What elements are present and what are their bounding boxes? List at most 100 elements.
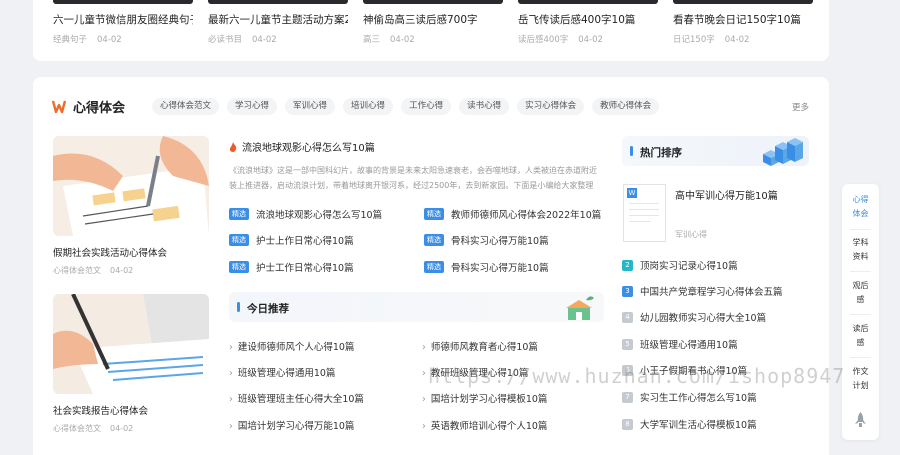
ranking-item[interactable]: 3 中国共产党章程学习心得体会五篇: [622, 284, 783, 298]
picture-article-card[interactable]: 假期社会实践活动心得体会 心得体会范文 04-02: [53, 136, 209, 276]
today-item-title[interactable]: 班级管理心得通用10篇: [238, 368, 336, 379]
article-card[interactable]: 神偷岛高三读后感700字 高三 04-02: [363, 0, 503, 45]
today-item-title[interactable]: 建设师德师风个人心得10篇: [238, 342, 355, 353]
list-item-title[interactable]: 教师师德师风心得体会2022年10篇: [451, 207, 601, 221]
ranking-item-title[interactable]: 顶岗实习记录心得10篇: [640, 258, 738, 272]
section-title: 心得体会: [73, 101, 126, 116]
today-item[interactable]: › 国培计划学习心得万能10篇: [229, 418, 354, 432]
ranking-item-title[interactable]: 实习生工作心得怎么写10篇: [640, 390, 757, 404]
article-thumbnail[interactable]: [518, 0, 658, 4]
article-title[interactable]: 六一儿童节微信朋友圈经典句子: [53, 12, 193, 27]
side-nav-item-book-reviews[interactable]: 读后 感: [842, 322, 879, 350]
list-item[interactable]: 精选 骨科实习心得万能10篇: [424, 260, 549, 274]
article-date: 04-02: [110, 424, 134, 433]
divider: [850, 314, 871, 315]
tag-chip[interactable]: 教师心得体会: [592, 98, 660, 115]
tag-chip[interactable]: 军训心得: [285, 98, 336, 115]
list-item[interactable]: 精选 护士工作日常心得10篇: [229, 260, 354, 274]
tag-chip[interactable]: 工作心得: [401, 98, 452, 115]
rank-number: 3: [622, 285, 633, 297]
section-header: 心得体会: [52, 97, 125, 116]
ranking-item[interactable]: 5 班级管理心得通用10篇: [622, 337, 738, 351]
arrow-right-icon: ›: [422, 394, 426, 405]
article-category: 必读书目: [208, 35, 243, 45]
tag-chip[interactable]: 学习心得: [227, 98, 278, 115]
side-nav-item-movie-reviews[interactable]: 观后 感: [842, 279, 879, 307]
hot-ranking-header: 热门排序: [622, 136, 809, 166]
article-title[interactable]: 岳飞传读后感400字10篇: [518, 12, 658, 27]
article-card[interactable]: 岳飞传读后感400字10篇 读后感400字 04-02: [518, 0, 658, 45]
list-item-title[interactable]: 骨科实习心得万能10篇: [451, 260, 549, 274]
divider: [850, 229, 871, 230]
article-card[interactable]: 看春节晚会日记150字10篇 日记150字 04-02: [673, 0, 813, 45]
article-card[interactable]: 最新六一儿童节主题活动方案2... 必读书目 04-02: [208, 0, 348, 45]
today-item-title[interactable]: 师德师风教育者心得10篇: [431, 342, 538, 353]
today-item[interactable]: › 班级管理班主任心得大全10篇: [229, 391, 364, 405]
list-item[interactable]: 精选 护士上作日常心得10篇: [229, 233, 354, 247]
today-item[interactable]: › 国培计划学习心得模板10篇: [422, 391, 547, 405]
article-title[interactable]: 神偷岛高三读后感700字: [363, 12, 503, 27]
tag-chip[interactable]: 心得体会范文: [152, 98, 220, 115]
article-illustration[interactable]: [53, 294, 209, 394]
ranking-item-title[interactable]: 幼儿园教师实习心得大全10篇: [640, 310, 766, 324]
featured-title-row[interactable]: 流浪地球观影心得怎么写10篇: [229, 139, 604, 154]
featured-badge: 精选: [424, 261, 444, 273]
more-link[interactable]: 更多: [792, 101, 809, 113]
today-item-title[interactable]: 英语教师培训心得个人10篇: [431, 421, 548, 432]
accent-bar: [630, 146, 633, 156]
article-thumbnail[interactable]: [363, 0, 503, 4]
hot-top-title[interactable]: 高中军训心得万能10篇: [675, 187, 778, 202]
today-item[interactable]: › 英语教师培训心得个人10篇: [422, 418, 547, 432]
list-item-title[interactable]: 护士上作日常心得10篇: [256, 233, 354, 247]
today-item[interactable]: › 师德师风教育者心得10篇: [422, 339, 538, 353]
today-item[interactable]: › 建设师德师风个人心得10篇: [229, 339, 354, 353]
ranking-item-title[interactable]: 大学军训生活心得模板10篇: [640, 417, 757, 431]
hot-top-article[interactable]: W 高中军训心得万能10篇 军训心得: [622, 184, 812, 244]
back-to-top-rocket-icon[interactable]: [855, 412, 866, 427]
article-thumbnail[interactable]: [673, 0, 813, 4]
list-item[interactable]: 精选 骨科实习心得万能10篇: [424, 233, 549, 247]
article-thumbnail[interactable]: [53, 0, 193, 4]
today-item-title[interactable]: 班级管理班主任心得大全10篇: [238, 394, 364, 405]
list-item-title[interactable]: 流浪地球观影心得怎么写10篇: [256, 207, 382, 221]
list-item-title[interactable]: 骨科实习心得万能10篇: [451, 233, 549, 247]
divider: [850, 357, 871, 358]
list-item[interactable]: 精选 教师师德师风心得体会2022年10篇: [424, 207, 601, 221]
arrow-right-icon: ›: [422, 342, 426, 353]
picture-article-card[interactable]: 社会实践报告心得体会 心得体会范文 04-02: [53, 294, 209, 434]
article-card[interactable]: 六一儿童节微信朋友圈经典句子 经典句子 04-02: [53, 0, 193, 45]
featured-title[interactable]: 流浪地球观影心得怎么写10篇: [242, 139, 375, 154]
article-illustration[interactable]: [53, 136, 209, 236]
fire-icon: [229, 141, 237, 152]
today-recommend-header: 今日推荐: [229, 292, 604, 322]
arrow-right-icon: ›: [422, 368, 426, 379]
today-item-title[interactable]: 国培计划学习心得万能10篇: [238, 421, 355, 432]
list-item-title[interactable]: 护士工作日常心得10篇: [256, 260, 354, 274]
article-title[interactable]: 最新六一儿童节主题活动方案2...: [208, 12, 348, 27]
article-title[interactable]: 看春节晚会日记150字10篇: [673, 12, 813, 27]
side-nav-item-experience[interactable]: 心得 体会: [842, 193, 879, 221]
ranking-item-title[interactable]: 中国共产党章程学习心得体会五篇: [640, 284, 783, 298]
tag-chip[interactable]: 实习心得体会: [517, 98, 585, 115]
ranking-item[interactable]: 7 实习生工作心得怎么写10篇: [622, 390, 757, 404]
article-date: 04-02: [724, 35, 750, 45]
today-item[interactable]: › 班级管理心得通用10篇: [229, 365, 335, 379]
article-category: 经典句子: [53, 35, 88, 45]
tag-chip[interactable]: 读书心得: [459, 98, 510, 115]
arrow-right-icon: ›: [422, 421, 426, 432]
list-item[interactable]: 精选 流浪地球观影心得怎么写10篇: [229, 207, 382, 221]
side-nav-item-subjects[interactable]: 学科 资料: [842, 236, 879, 264]
article-thumbnail[interactable]: [208, 0, 348, 4]
article-title[interactable]: 社会实践报告心得体会: [53, 403, 209, 417]
ranking-item-title[interactable]: 班级管理心得通用10篇: [640, 337, 738, 351]
featured-article: 流浪地球观影心得怎么写10篇 《流浪地球》这是一部中国科幻片，故事的背景是未来太…: [229, 139, 604, 193]
ranking-item[interactable]: 8 大学军训生活心得模板10篇: [622, 417, 757, 431]
article-title[interactable]: 假期社会实践活动心得体会: [53, 245, 209, 259]
today-item-title[interactable]: 国培计划学习心得模板10篇: [431, 394, 548, 405]
ranking-item[interactable]: 2 顶岗实习记录心得10篇: [622, 258, 738, 272]
arrow-right-icon: ›: [229, 421, 233, 432]
arrow-right-icon: ›: [229, 342, 233, 353]
side-nav-item-plans[interactable]: 作文 计划: [842, 365, 879, 393]
ranking-item[interactable]: 4 幼儿园教师实习心得大全10篇: [622, 310, 766, 324]
tag-chip[interactable]: 培训心得: [343, 98, 394, 115]
